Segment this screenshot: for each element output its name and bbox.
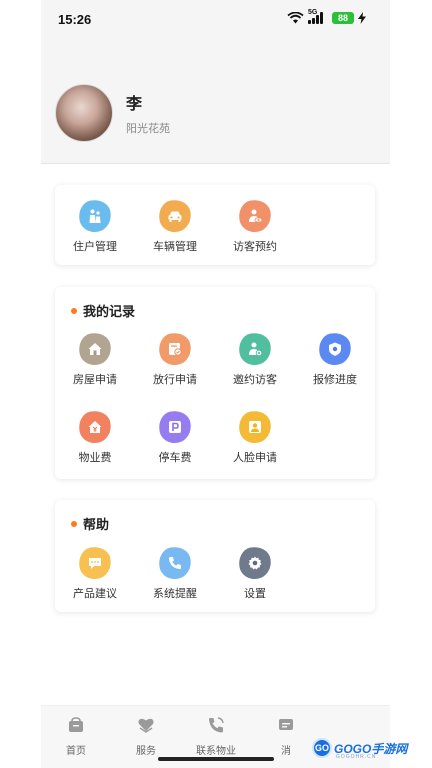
user-community: 阳光花苑 bbox=[126, 123, 170, 135]
record-label: 停车费 bbox=[158, 452, 192, 464]
residents-icon bbox=[76, 197, 114, 235]
quick-actions-card: 住户管理 车辆管理 访客预约 bbox=[55, 185, 375, 265]
help-system-reminder[interactable]: 系统提醒 bbox=[135, 544, 215, 601]
user-profile[interactable]: 李 阳光花苑 bbox=[55, 84, 170, 142]
avatar[interactable] bbox=[55, 84, 113, 142]
status-bar: 15:26 5G 88 bbox=[41, 0, 390, 40]
invite-visitor-icon bbox=[236, 330, 274, 368]
record-label: 放行申请 bbox=[153, 374, 197, 386]
property-fee-icon bbox=[76, 408, 114, 446]
record-label: 物业费 bbox=[78, 452, 112, 464]
record-invite-visitor[interactable]: 邀约访客 bbox=[215, 330, 295, 387]
quick-action-label: 访客预约 bbox=[233, 241, 277, 253]
help-title-text: 帮助 bbox=[83, 517, 110, 532]
nav-home[interactable]: 首页 bbox=[46, 716, 106, 757]
record-label: 邀约访客 bbox=[233, 374, 277, 386]
help-label: 系统提醒 bbox=[153, 588, 197, 600]
profile-header: 15:26 5G 88 李 阳光花苑 bbox=[41, 0, 390, 164]
record-parking-fee[interactable]: 停车费 bbox=[135, 408, 215, 465]
help-card: 帮助 产品建议 系统提醒 设置 bbox=[55, 500, 375, 612]
nav-label: 联系物业 bbox=[196, 746, 236, 757]
house-icon bbox=[76, 330, 114, 368]
phone-screen: 15:26 5G 88 李 阳光花苑 住户管理 车辆管理 访客预约 我的记录 房… bbox=[0, 0, 432, 768]
help-title: 帮助 bbox=[71, 514, 109, 533]
help-label: 设置 bbox=[244, 588, 266, 600]
records-title-text: 我的记录 bbox=[83, 304, 136, 319]
service-icon bbox=[138, 718, 154, 733]
record-label: 人脸申请 bbox=[233, 452, 277, 464]
message-icon bbox=[279, 719, 293, 730]
quick-action-label: 车辆管理 bbox=[153, 241, 197, 253]
nav-service[interactable]: 服务 bbox=[116, 716, 176, 757]
site-watermark: GO GOGO手游网 GOGOHR.CN bbox=[312, 738, 407, 760]
quick-action-label: 住户管理 bbox=[73, 241, 117, 253]
home-indicator bbox=[158, 757, 274, 761]
gear-icon bbox=[236, 544, 274, 582]
suggestion-icon bbox=[76, 544, 114, 582]
records-card: 我的记录 房屋申请 放行申请 邀约访客 报修进度 物业费 停车费 人脸申请 bbox=[55, 287, 375, 479]
help-settings[interactable]: 设置 bbox=[215, 544, 295, 601]
help-label: 产品建议 bbox=[73, 588, 117, 600]
record-label: 房屋申请 bbox=[73, 374, 117, 386]
nav-label: 服务 bbox=[136, 746, 156, 757]
watermark-sub: GOGOHR.CN bbox=[336, 754, 377, 760]
release-icon bbox=[156, 330, 194, 368]
nav-contact-property[interactable]: 联系物业 bbox=[186, 716, 246, 757]
charging-bolt-icon bbox=[358, 12, 366, 24]
face-icon bbox=[236, 408, 274, 446]
title-dot bbox=[71, 307, 77, 314]
status-indicators: 5G 88 bbox=[287, 9, 366, 24]
nav-message[interactable]: 消 bbox=[256, 716, 316, 757]
parking-icon bbox=[156, 408, 194, 446]
car-icon bbox=[156, 197, 194, 235]
nav-label: 首页 bbox=[66, 746, 86, 757]
records-title: 我的记录 bbox=[71, 301, 135, 320]
title-dot bbox=[71, 520, 77, 527]
watermark-logo-icon: GO bbox=[312, 738, 332, 758]
record-release-application[interactable]: 放行申请 bbox=[135, 330, 215, 387]
status-time: 15:26 bbox=[58, 12, 92, 27]
record-label: 报修进度 bbox=[313, 374, 357, 386]
home-icon bbox=[69, 717, 83, 732]
help-product-suggestion[interactable]: 产品建议 bbox=[55, 544, 135, 601]
quick-action-residents[interactable]: 住户管理 bbox=[55, 197, 135, 254]
visitor-eye-icon bbox=[236, 197, 274, 235]
contact-phone-icon bbox=[209, 717, 224, 733]
wifi-icon bbox=[287, 12, 304, 24]
battery-icon: 88 bbox=[332, 12, 354, 24]
app-screen: 15:26 5G 88 李 阳光花苑 住户管理 车辆管理 访客预约 我的记录 房… bbox=[41, 0, 390, 768]
user-info: 李 阳光花苑 bbox=[126, 90, 170, 136]
phone-reminder-icon bbox=[156, 544, 194, 582]
record-property-fee[interactable]: 物业费 bbox=[55, 408, 135, 465]
record-face-application[interactable]: 人脸申请 bbox=[215, 408, 295, 465]
quick-action-visitor[interactable]: 访客预约 bbox=[215, 197, 295, 254]
record-house-application[interactable]: 房屋申请 bbox=[55, 330, 135, 387]
user-name: 李 bbox=[126, 96, 143, 113]
quick-action-vehicles[interactable]: 车辆管理 bbox=[135, 197, 215, 254]
record-repair-progress[interactable]: 报修进度 bbox=[295, 330, 375, 387]
nav-label: 消 bbox=[281, 746, 291, 757]
repair-shield-icon bbox=[316, 330, 354, 368]
signal-icon: 5G bbox=[308, 9, 328, 24]
